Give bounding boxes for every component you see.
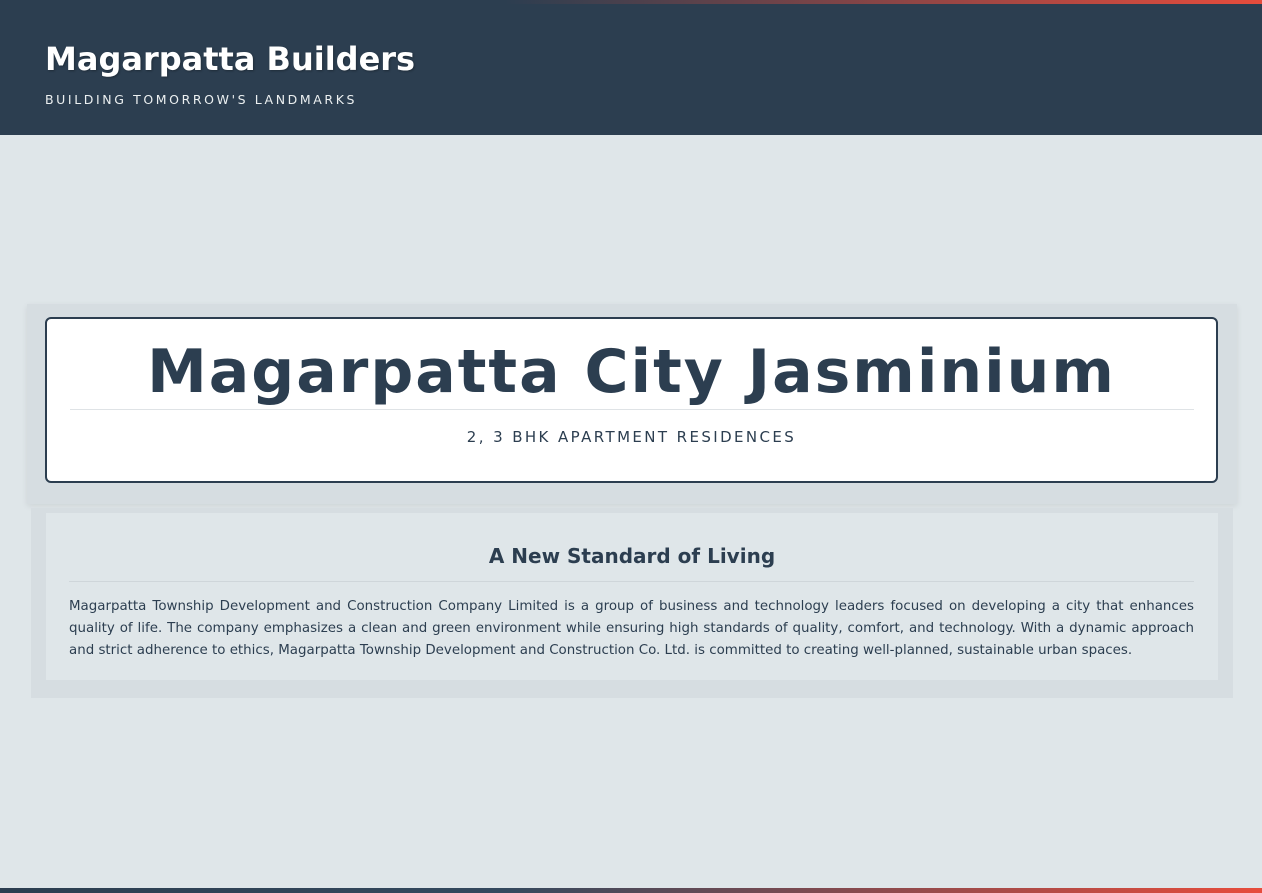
site-title: Magarpatta Builders xyxy=(45,40,416,78)
about-description: Magarpatta Township Development and Cons… xyxy=(69,599,1194,658)
about-heading: A New Standard of Living xyxy=(488,544,776,568)
project-name: Magarpatta City Jasminium xyxy=(147,337,1116,407)
project-type: 2, 3 BHK APARTMENT RESIDENCES xyxy=(466,428,797,446)
about-card: A New Standard of Living Magarpatta Town… xyxy=(46,513,1218,680)
hero-section: Magarpatta City Jasminium 2, 3 BHK APART… xyxy=(27,304,1237,504)
site-tagline: BUILDING TOMORROW'S LANDMARKS xyxy=(45,92,358,107)
hero-divider xyxy=(70,409,1194,410)
about-divider xyxy=(69,581,1194,582)
hero-card: Magarpatta City Jasminium 2, 3 BHK APART… xyxy=(45,317,1218,483)
site-header: Magarpatta Builders BUILDING TOMORROW'S … xyxy=(0,4,1262,135)
bottom-accent-bar xyxy=(0,888,1262,893)
about-section: A New Standard of Living Magarpatta Town… xyxy=(31,508,1233,698)
